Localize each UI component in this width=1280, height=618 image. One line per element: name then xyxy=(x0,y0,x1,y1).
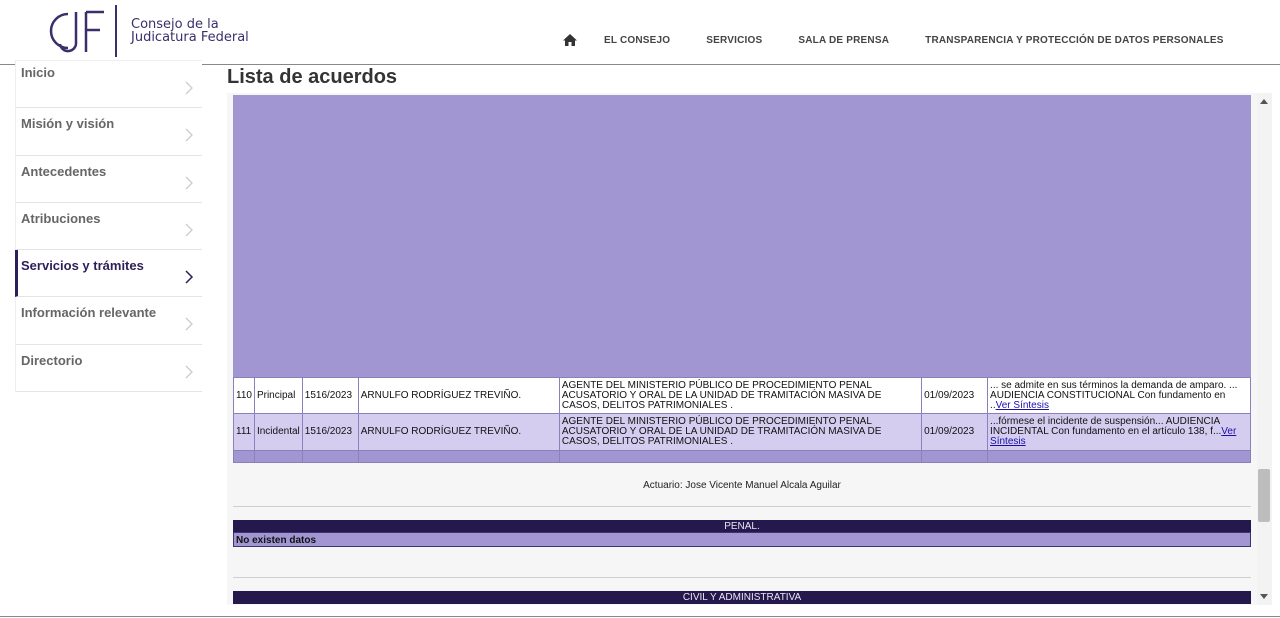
ver-sintesis-link[interactable]: Ver Síntesis xyxy=(996,400,1049,411)
sidebar-item-atribuciones[interactable]: Atribuciones xyxy=(15,202,202,251)
cell-num: 110 xyxy=(233,377,255,414)
sintesis-text: ...fórmese el incidente de suspensión...… xyxy=(990,416,1222,437)
nav-el-consejo[interactable]: EL CONSEJO xyxy=(604,35,670,46)
chevron-right-icon xyxy=(185,128,193,142)
cell-sintesis: ...fórmese el incidente de suspensión...… xyxy=(987,413,1251,451)
scroll-down-arrow-icon[interactable] xyxy=(1260,594,1268,599)
sidebar-item-label: Servicios y trámites xyxy=(21,258,144,274)
chevron-right-icon xyxy=(185,270,194,284)
chevron-right-icon xyxy=(185,223,193,237)
cell-quejoso: ARNULFO RODRÍGUEZ TREVIÑO. xyxy=(357,413,560,451)
cell-quejoso: ARNULFO RODRÍGUEZ TREVIÑO. xyxy=(357,377,560,414)
page-title: Lista de acuerdos xyxy=(227,66,398,88)
divider xyxy=(233,506,1251,507)
cell-expediente: 1516/2023 xyxy=(301,413,359,451)
acuerdos-table: 110 Principal 1516/2023 ARNULFO RODRÍGUE… xyxy=(233,377,1251,463)
sidebar-item-label: Directorio xyxy=(21,352,83,368)
nav-sala-de-prensa[interactable]: SALA DE PRENSA xyxy=(798,35,889,46)
nav-servicios[interactable]: SERVICIOS xyxy=(706,35,762,46)
chevron-right-icon xyxy=(185,176,193,190)
sidebar-item-label: Misión y visión xyxy=(21,116,115,132)
cell-autoridad: AGENTE DEL MINISTERIO PÚBLICO DE PROCEDI… xyxy=(558,377,923,414)
sidebar-item-inicio[interactable]: Inicio xyxy=(15,61,202,109)
cell-fecha: 01/09/2023 xyxy=(921,413,989,451)
sidebar-item-informacion-relevante[interactable]: Información relevante xyxy=(15,297,202,345)
sidebar-item-label: Atribuciones xyxy=(21,210,101,226)
nav-transparencia[interactable]: TRANSPARENCIA Y PROTECCIÓN DE DATOS PERS… xyxy=(925,35,1224,46)
sidebar-item-label: Inicio xyxy=(21,65,55,80)
sidebar-item-label: Información relevante xyxy=(21,305,157,321)
cell-sintesis: ... se admite en sus términos la demanda… xyxy=(987,377,1251,414)
cell-fecha: 01/09/2023 xyxy=(921,377,989,414)
sidebar-item-servicios-tramites[interactable]: Servicios y trámites xyxy=(15,250,202,298)
cell-expediente: 1516/2023 xyxy=(301,377,359,414)
logo-divider xyxy=(115,5,117,57)
table-row-spacer xyxy=(233,450,1251,463)
sidebar-item-directorio[interactable]: Directorio xyxy=(15,344,202,393)
cell-num: 111 xyxy=(233,413,255,451)
site-header: Consejo de la Judicatura Federal EL CONS… xyxy=(0,0,1280,65)
acuerdos-frame[interactable]: 110 Principal 1516/2023 ARNULFO RODRÍGUE… xyxy=(227,93,1257,605)
home-icon[interactable] xyxy=(562,33,578,47)
divider xyxy=(233,577,1251,578)
scroll-up-arrow-icon[interactable] xyxy=(1260,99,1268,104)
actuario-text: Actuario: Jose Vicente Manuel Alcala Agu… xyxy=(643,480,841,491)
sidebar: Inicio Misión y visión Antecedentes Atri… xyxy=(15,60,202,393)
sidebar-item-mision-vision[interactable]: Misión y visión xyxy=(15,108,202,156)
table-row: 110 Principal 1516/2023 ARNULFO RODRÍGUE… xyxy=(233,377,1251,414)
sidebar-item-label: Antecedentes xyxy=(21,163,107,179)
logo-text[interactable]: Consejo de la Judicatura Federal xyxy=(131,18,249,44)
cjf-logo[interactable] xyxy=(46,8,108,54)
chevron-right-icon xyxy=(185,318,193,331)
section-header-civil: CIVIL Y ADMINISTRATIVA xyxy=(233,591,1251,604)
cell-autoridad: AGENTE DEL MINISTERIO PÚBLICO DE PROCEDI… xyxy=(558,413,923,451)
vertical-scrollbar[interactable] xyxy=(1257,93,1272,605)
no-data-row: No existen datos xyxy=(233,532,1251,547)
cell-type: Principal xyxy=(253,377,303,414)
logo-line-2: Judicatura Federal xyxy=(131,30,249,45)
chevron-right-icon xyxy=(185,81,193,95)
table-background xyxy=(233,95,1251,378)
main-nav: EL CONSEJO SERVICIOS SALA DE PRENSA TRAN… xyxy=(562,30,1224,50)
scroll-thumb[interactable] xyxy=(1258,469,1270,522)
bottom-divider xyxy=(0,616,1280,617)
sidebar-item-antecedentes[interactable]: Antecedentes xyxy=(15,155,202,203)
chevron-right-icon xyxy=(185,365,193,379)
cell-type: Incidental xyxy=(253,413,303,451)
table-row: 111 Incidental 1516/2023 ARNULFO RODRÍGU… xyxy=(233,413,1251,451)
